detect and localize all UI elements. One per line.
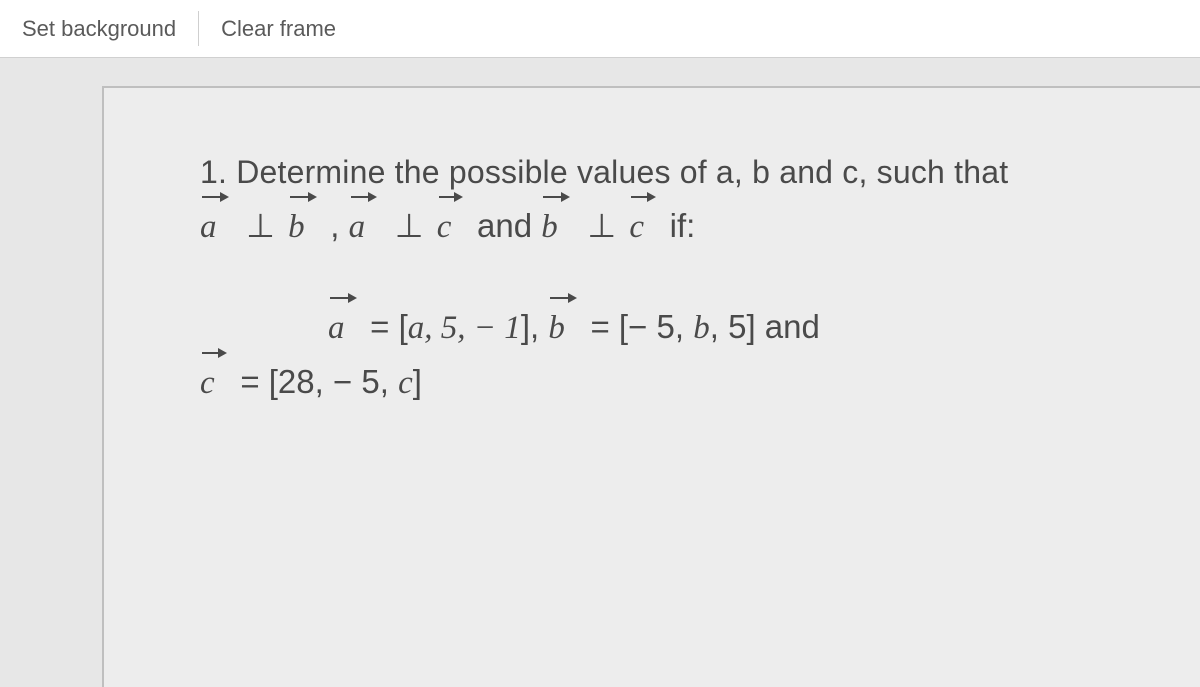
problem-intro: Determine the possible values of a, b an…: [236, 154, 1008, 190]
whiteboard-frame[interactable]: 1. Determine the possible values of a, b…: [102, 86, 1200, 687]
canvas-area: 1. Determine the possible values of a, b…: [0, 58, 1200, 687]
vector-b-2: b: [541, 202, 558, 253]
problem-text: 1. Determine the possible values of a, b…: [200, 148, 1160, 409]
set-background-button[interactable]: Set background: [0, 0, 198, 57]
toolbar: Set background Clear frame: [0, 0, 1200, 58]
vector-a-body: a, 5, − 1: [408, 310, 521, 346]
problem-line-2: a ⊥ b , a ⊥ c and b ⊥ c if:: [200, 200, 1160, 253]
problem-number: 1.: [200, 154, 236, 190]
clear-frame-button[interactable]: Clear frame: [199, 0, 358, 57]
problem-line-1: 1. Determine the possible values of a, b…: [200, 148, 1160, 198]
perp-symbol-3: ⊥: [574, 207, 629, 244]
perp-symbol-2: ⊥: [382, 207, 437, 244]
vector-c: c: [437, 202, 452, 253]
if-word: if:: [661, 207, 696, 244]
equals-open-a: = [: [361, 308, 408, 345]
close-c: ]: [413, 363, 422, 400]
vector-b-def: b: [548, 303, 565, 354]
vector-b-body: b: [693, 310, 710, 346]
equals-open-c: = [28, − 5,: [231, 363, 398, 400]
vector-a: a: [200, 202, 217, 253]
vector-a-def: a: [328, 303, 345, 354]
vector-c-body: c: [398, 365, 413, 401]
vector-c-def: c: [200, 358, 215, 409]
problem-line-3: a = [a, 5, − 1], b = [− 5, b, 5] and: [200, 301, 1160, 354]
comma: ,: [321, 207, 349, 244]
equals-open-b: = [− 5,: [581, 308, 693, 345]
problem-line-4: c = [28, − 5, c]: [200, 356, 1160, 409]
perp-symbol: ⊥: [233, 207, 288, 244]
vector-b: b: [288, 202, 305, 253]
and-word-2: and: [765, 308, 820, 345]
close-b: , 5]: [710, 308, 765, 345]
vector-c-2: c: [629, 202, 644, 253]
vector-a-2: a: [349, 202, 366, 253]
and-word: and: [468, 207, 541, 244]
close-a: ],: [521, 308, 549, 345]
